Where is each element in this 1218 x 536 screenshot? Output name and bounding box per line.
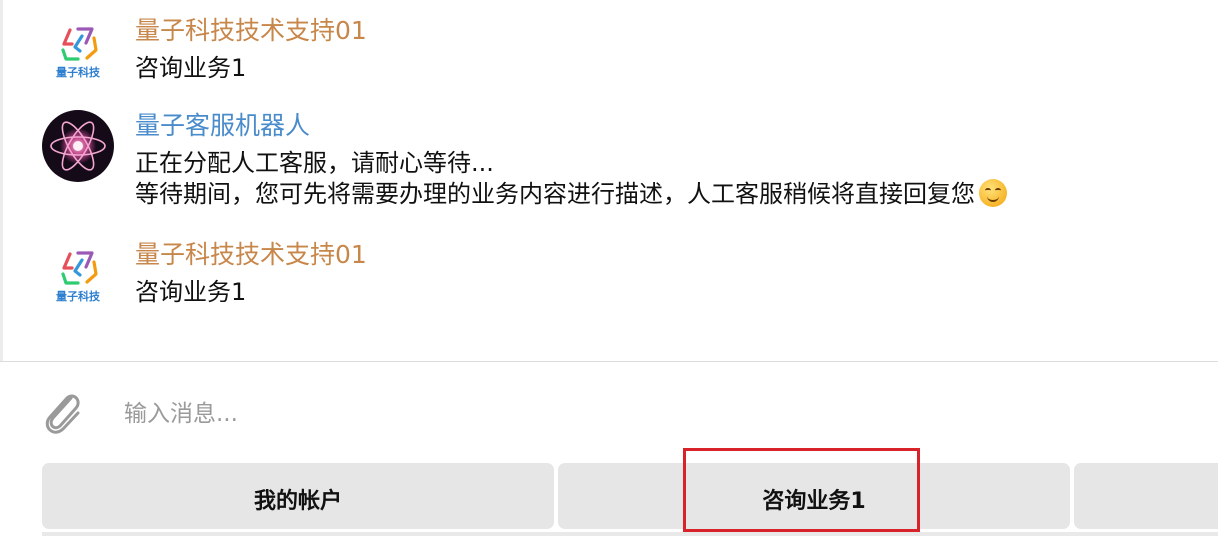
logo-mark-icon	[61, 251, 98, 285]
keyboard-button-my-account[interactable]: 我的帐户	[42, 463, 554, 529]
sender-name[interactable]: 量子科技技术支持01	[135, 240, 367, 270]
smiling-face-emoji-icon	[979, 179, 1007, 207]
atom-orbit-avatar[interactable]	[42, 110, 114, 182]
logo-wordmark: 量子科技	[56, 289, 101, 303]
quantum-tech-logo-avatar[interactable]: 量子科技	[42, 240, 114, 312]
keyboard-next-row-edge	[42, 532, 1218, 536]
logo-wordmark: 量子科技	[56, 65, 101, 79]
keyboard-button-partial[interactable]	[1074, 463, 1218, 529]
keyboard-button-consult-business-1[interactable]: 咨询业务1	[558, 463, 1070, 529]
logo-mark-icon	[61, 27, 98, 61]
message-text: 咨询业务1	[135, 278, 247, 306]
message-input[interactable]	[122, 393, 1126, 435]
sender-name[interactable]: 量子客服机器人	[135, 111, 310, 141]
message-text: 等待期间，您可先将需要办理的业务内容进行描述，人工客服稍候将直接回复您	[135, 180, 975, 208]
message-text: 正在分配人工客服，请耐心等待...	[135, 149, 494, 177]
paperclip-icon[interactable]	[38, 386, 86, 438]
message-text-line: 等待期间，您可先将需要办理的业务内容进行描述，人工客服稍候将直接回复您	[135, 179, 1007, 209]
sender-name[interactable]: 量子科技技术支持01	[135, 16, 367, 46]
quantum-tech-logo-avatar[interactable]: 量子科技	[42, 16, 114, 88]
keyboard-button-label: 我的帐户	[253, 489, 342, 514]
message-list[interactable]: 量子科技 量子科技技术支持01 咨询业务1 量子客服机器人 正在分配人工客服，请…	[0, 0, 1218, 361]
message-text: 咨询业务1	[135, 54, 247, 82]
keyboard-button-label: 咨询业务1	[762, 489, 866, 514]
